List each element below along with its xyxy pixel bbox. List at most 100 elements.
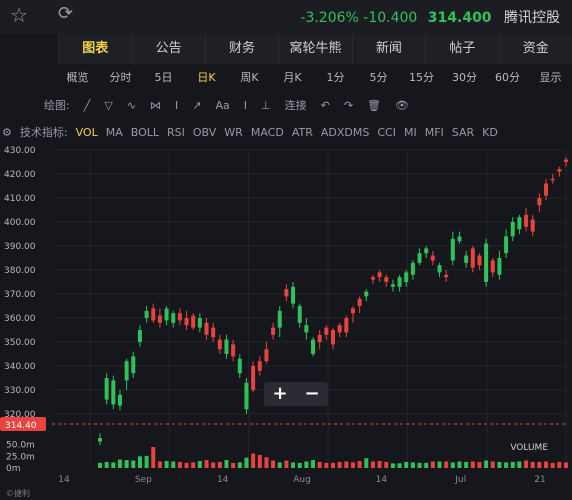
period-5min[interactable]: 5分 bbox=[357, 69, 400, 85]
redo-icon[interactable]: ↷ bbox=[344, 99, 353, 112]
tab-announcements[interactable]: 公告 bbox=[131, 34, 204, 64]
candle-body bbox=[231, 344, 236, 357]
candle-body bbox=[271, 327, 276, 335]
candle-body bbox=[337, 325, 342, 333]
zoom-in-button[interactable]: + bbox=[264, 382, 296, 406]
volume-bar bbox=[444, 461, 449, 468]
shape-tool-icon[interactable]: ▽ bbox=[104, 99, 112, 112]
undo-icon[interactable]: ↶ bbox=[321, 99, 330, 112]
volume-bar bbox=[231, 462, 236, 468]
period-monthly-k[interactable]: 月K bbox=[271, 69, 314, 85]
hline-tool-icon[interactable]: ⊥ bbox=[261, 99, 271, 112]
vline-tool-icon[interactable]: I bbox=[175, 99, 178, 112]
tab-news[interactable]: 新闻 bbox=[351, 34, 425, 64]
indicator-adxdms[interactable]: ADXDMS bbox=[321, 126, 369, 139]
candle-body bbox=[564, 159, 568, 162]
arrow-tool-icon[interactable]: ↗ bbox=[192, 99, 201, 112]
candle-body bbox=[157, 315, 162, 323]
volume-bar bbox=[564, 462, 568, 468]
connect-toggle[interactable]: 连接 bbox=[285, 97, 307, 113]
volume-bar bbox=[510, 461, 515, 468]
volume-bar bbox=[350, 462, 355, 468]
volume-bar bbox=[117, 459, 122, 468]
indicator-ma[interactable]: MA bbox=[106, 126, 123, 139]
indicator-rsi[interactable]: RSI bbox=[167, 126, 185, 139]
indicator-macd[interactable]: MACD bbox=[251, 126, 284, 139]
volume-bar bbox=[271, 460, 276, 468]
candle-body bbox=[384, 277, 389, 282]
wave-tool-icon[interactable]: ∿ bbox=[127, 99, 136, 112]
period-intraday[interactable]: 分时 bbox=[99, 69, 142, 85]
candle-body bbox=[237, 358, 242, 374]
indicator-mfi[interactable]: MFI bbox=[425, 126, 444, 139]
eye-icon[interactable]: 👁 bbox=[395, 99, 409, 112]
tab-chart[interactable]: 图表 bbox=[58, 34, 131, 64]
indicator-atr[interactable]: ATR bbox=[292, 126, 313, 139]
candle-body bbox=[251, 366, 256, 390]
candle-body bbox=[324, 327, 329, 335]
candle-body bbox=[510, 222, 515, 237]
indicator-vol[interactable]: VOL bbox=[76, 126, 98, 139]
candle-body bbox=[277, 310, 282, 328]
volume-bar bbox=[457, 461, 462, 468]
settings-icon[interactable]: ⚙ bbox=[2, 126, 12, 139]
volume-bar bbox=[524, 460, 529, 468]
indicator-kd[interactable]: KD bbox=[482, 126, 498, 139]
period-15min[interactable]: 15分 bbox=[400, 69, 443, 85]
volume-bar bbox=[237, 462, 242, 468]
star-icon[interactable]: ☆ bbox=[10, 3, 28, 27]
text-tool-icon[interactable]: Aa bbox=[216, 99, 230, 112]
period-overview[interactable]: 概览 bbox=[56, 69, 99, 85]
candle-body bbox=[390, 284, 395, 287]
tab-warrants[interactable]: 窝轮牛熊 bbox=[278, 34, 351, 64]
period-60min[interactable]: 60分 bbox=[486, 69, 529, 85]
period-display[interactable]: 显示 bbox=[529, 69, 572, 85]
price-tick-label: 420.00 bbox=[4, 170, 36, 180]
zoom-out-button[interactable]: − bbox=[296, 382, 328, 406]
cursor-tool-icon[interactable]: I bbox=[244, 99, 247, 112]
indicator-cci[interactable]: CCI bbox=[377, 126, 396, 139]
volume-bar bbox=[264, 457, 269, 468]
period-1min[interactable]: 1分 bbox=[314, 69, 357, 85]
candle-body bbox=[311, 339, 316, 354]
candle-body bbox=[490, 260, 495, 273]
candle-body bbox=[117, 394, 122, 406]
volume-bar bbox=[331, 462, 335, 468]
tab-financials[interactable]: 财务 bbox=[204, 34, 278, 64]
indicator-obv[interactable]: OBV bbox=[193, 126, 216, 139]
volume-tick-label: 50.0m bbox=[6, 441, 35, 451]
period-5day[interactable]: 5日 bbox=[142, 69, 185, 85]
volume-bar bbox=[404, 461, 409, 468]
price-tick-label: 410.00 bbox=[4, 194, 36, 204]
volume-bar bbox=[390, 463, 395, 468]
period-daily-k[interactable]: 日K bbox=[185, 69, 228, 85]
volume-bar bbox=[171, 461, 176, 468]
line-tool-icon[interactable]: ╱ bbox=[84, 99, 91, 112]
volume-tick-label: 25.0m bbox=[6, 452, 35, 462]
candle-body bbox=[357, 298, 362, 306]
indicator-mi[interactable]: MI bbox=[404, 126, 417, 139]
candle-body bbox=[537, 198, 542, 206]
candle-body bbox=[217, 339, 222, 350]
volume-bar bbox=[311, 460, 316, 468]
period-weekly-k[interactable]: 周K bbox=[228, 69, 271, 85]
candle-body bbox=[444, 274, 449, 278]
price-tick-label: 390.00 bbox=[4, 242, 36, 252]
tab-capital[interactable]: 资金 bbox=[498, 34, 572, 64]
volume-bar bbox=[137, 456, 142, 468]
volume-bar bbox=[344, 461, 349, 468]
period-30min[interactable]: 30分 bbox=[443, 69, 486, 85]
candle-body bbox=[550, 178, 555, 181]
tab-posts[interactable]: 帖子 bbox=[425, 34, 498, 64]
volume-bar bbox=[277, 462, 282, 468]
fib-tool-icon[interactable]: ⋈ bbox=[150, 99, 161, 112]
volume-bar bbox=[550, 462, 555, 468]
indicator-sar[interactable]: SAR bbox=[452, 126, 474, 139]
volume-bar bbox=[151, 447, 156, 468]
indicator-wr[interactable]: WR bbox=[224, 126, 243, 139]
candlestick-chart[interactable]: 320.00330.00340.00350.00360.00370.00380.… bbox=[0, 142, 572, 488]
indicator-boll[interactable]: BOLL bbox=[131, 126, 159, 139]
volume-bar bbox=[337, 461, 342, 468]
refresh-icon[interactable]: ⟳ bbox=[58, 3, 73, 24]
trash-icon[interactable]: 🗑 bbox=[367, 99, 381, 112]
